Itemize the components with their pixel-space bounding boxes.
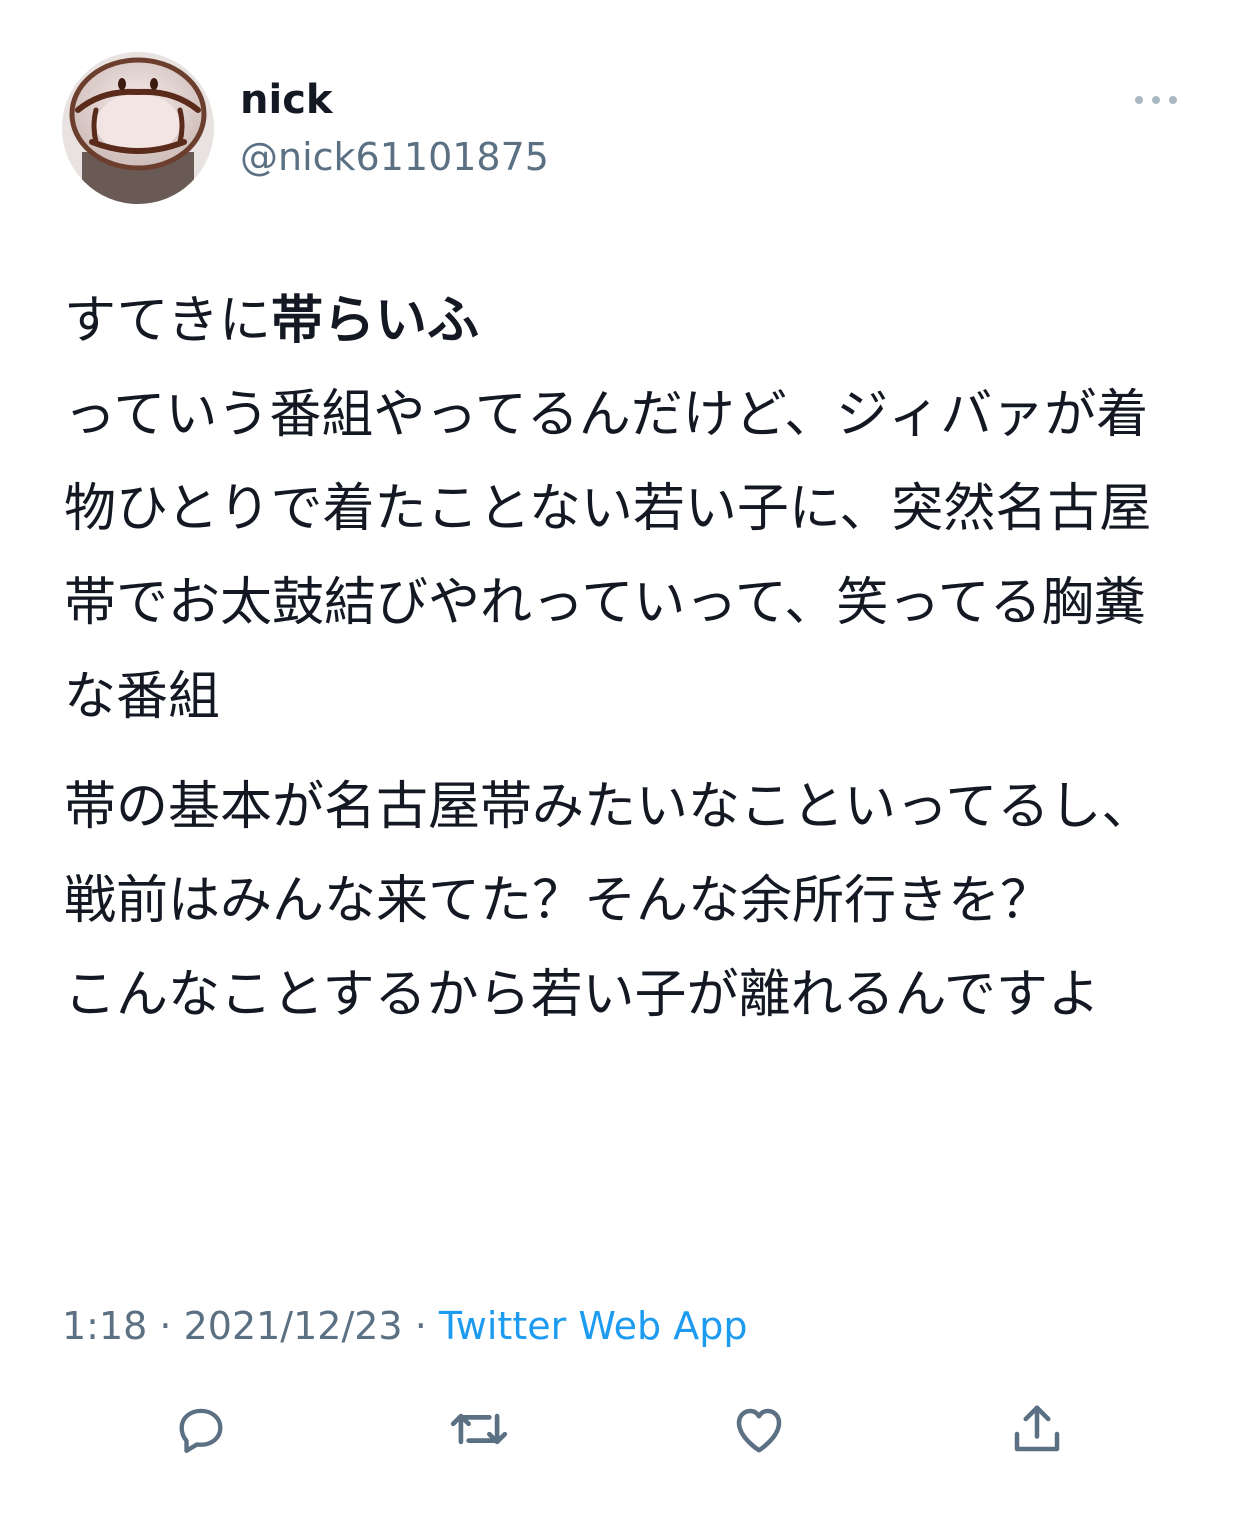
- share-icon: [1014, 1405, 1060, 1452]
- reply-button[interactable]: [168, 1396, 234, 1462]
- tweet-text: すてきに帯らいふ っていう番組やってるんだけど、ジィバァが着物ひとりで着たことな…: [64, 274, 1176, 1042]
- heart-icon: [736, 1408, 782, 1453]
- avatar[interactable]: [62, 52, 214, 204]
- tweet-actions: [0, 1396, 1241, 1462]
- retweet-button[interactable]: [446, 1396, 512, 1462]
- tweet-body-1: っていう番組やってるんだけど、ジィバァが着物ひとりで着たことない若い子に、突然名…: [64, 385, 1152, 727]
- meta-separator: ·: [147, 1304, 184, 1348]
- retweet-icon: [450, 1413, 508, 1445]
- share-button[interactable]: [1004, 1396, 1070, 1462]
- tweet-source-link[interactable]: Twitter Web App: [439, 1304, 748, 1348]
- meta-separator: ·: [402, 1304, 439, 1348]
- user-handle[interactable]: @nick61101875: [240, 132, 549, 182]
- tweet-time[interactable]: 1:18: [62, 1304, 147, 1348]
- reply-icon: [179, 1408, 223, 1453]
- more-dots-icon[interactable]: [1128, 84, 1184, 116]
- tweet-paragraph-2: 帯の基本が名古屋帯みたいなこといってるし、戦前はみんな来てた？そんな余所行きを？…: [64, 777, 1154, 1025]
- display-name[interactable]: nick: [240, 74, 333, 126]
- tweet-paragraph-1: すてきに帯らいふ っていう番組やってるんだけど、ジィバァが着物ひとりで着たことな…: [64, 274, 1176, 744]
- tweet-intro: すてきに: [64, 291, 271, 351]
- tweet-bold-title: 帯らいふ: [270, 291, 479, 351]
- tweet-date[interactable]: 2021/12/23: [184, 1304, 403, 1348]
- tweet-meta: 1:18 · 2021/12/23 · Twitter Web App: [62, 1300, 747, 1352]
- like-button[interactable]: [726, 1396, 792, 1462]
